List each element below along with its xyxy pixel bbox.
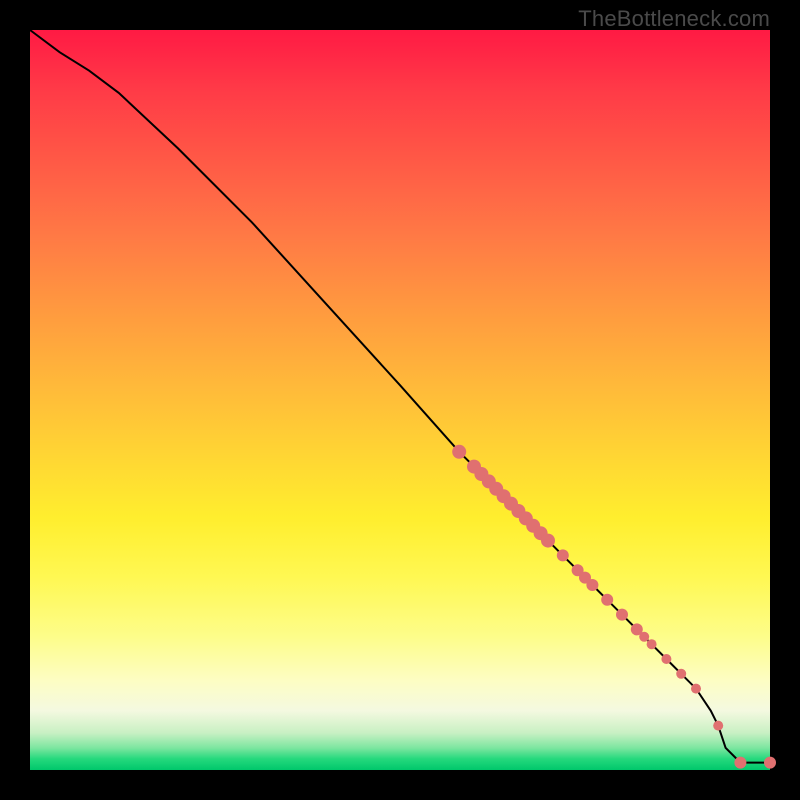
curve-svg xyxy=(30,30,770,770)
attribution-text: TheBottleneck.com xyxy=(578,6,770,32)
data-point-marker xyxy=(452,445,466,459)
data-point-marker xyxy=(676,669,686,679)
bottleneck-curve-path xyxy=(30,30,770,763)
plot-area xyxy=(30,30,770,770)
data-point-marker xyxy=(647,639,657,649)
data-point-marker xyxy=(616,609,628,621)
data-point-marker xyxy=(601,594,613,606)
data-point-marker xyxy=(764,757,776,769)
data-point-marker xyxy=(557,549,569,561)
data-point-marker xyxy=(586,579,598,591)
data-point-marker xyxy=(661,654,671,664)
data-point-marker xyxy=(713,721,723,731)
data-point-marker xyxy=(691,684,701,694)
data-point-marker xyxy=(541,534,555,548)
chart-stage: TheBottleneck.com xyxy=(0,0,800,800)
data-point-marker xyxy=(734,757,746,769)
data-point-marker xyxy=(639,632,649,642)
